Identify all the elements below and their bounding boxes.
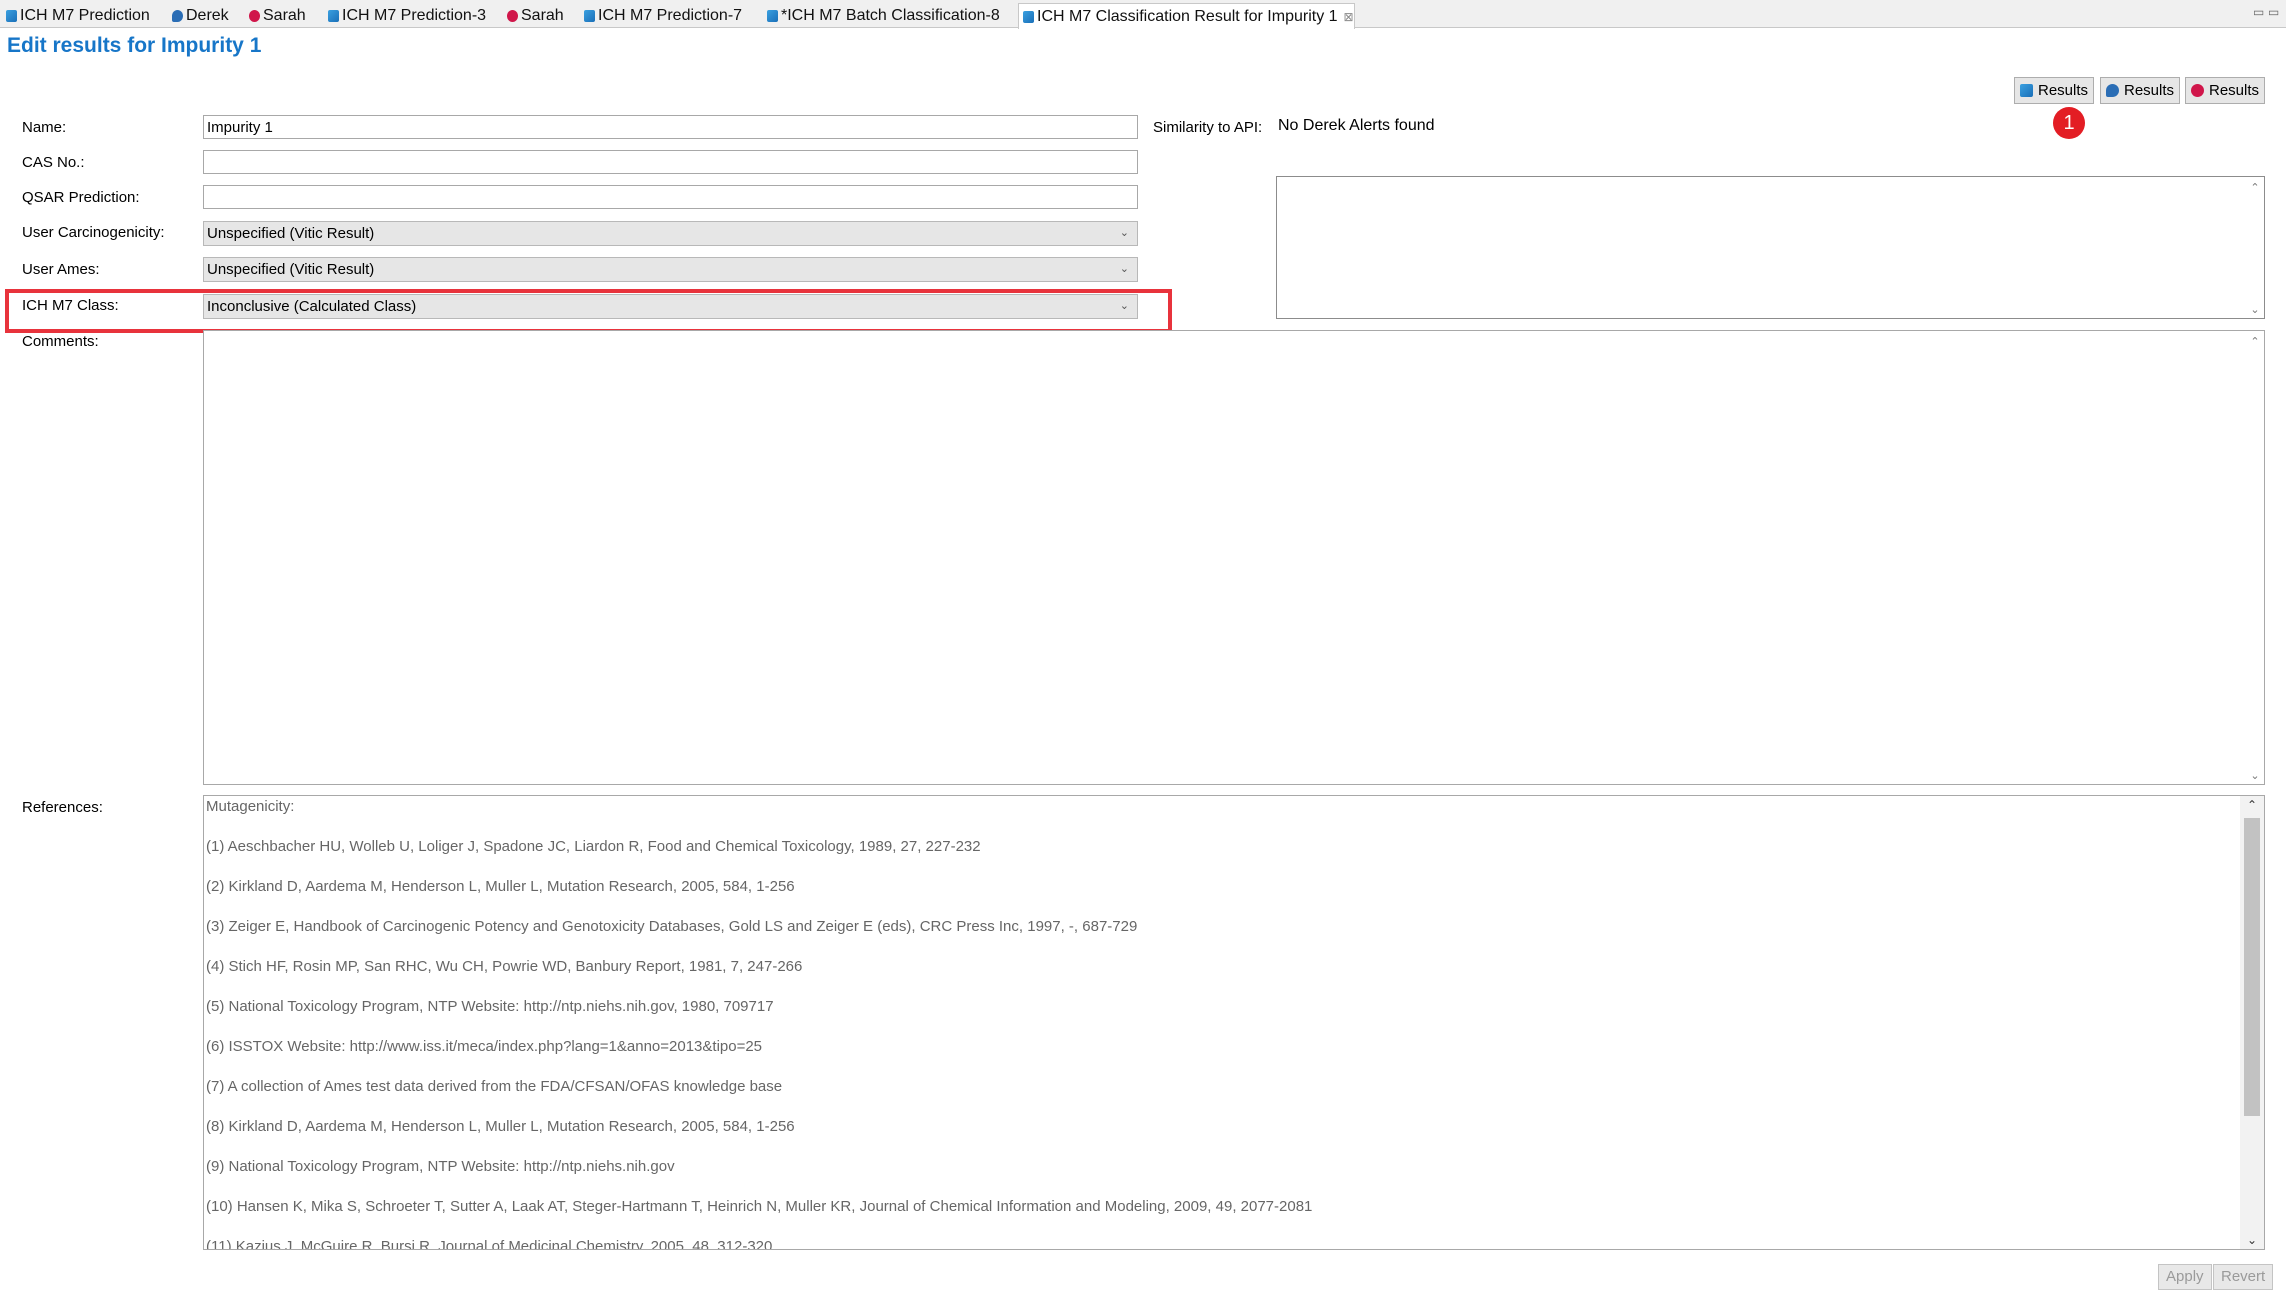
editor-tab-bar: ICH M7 Prediction Derek Sarah ICH M7 Pre…	[0, 0, 2286, 29]
ames-select[interactable]: Unspecified (Vitic Result) ⌄	[203, 257, 1138, 282]
references-list: Mutagenicity: (1) Aeschbacher HU, Wolleb…	[206, 796, 2236, 1250]
sarah-icon	[2191, 84, 2204, 97]
page-title: Edit results for Impurity 1	[7, 34, 262, 57]
scroll-up-icon[interactable]: ⌃	[2248, 335, 2262, 348]
tab-label: ICH M7 Classification Result for Impurit…	[1037, 7, 1338, 25]
reference-line: (2) Kirkland D, Aardema M, Henderson L, …	[206, 878, 795, 895]
reference-line: (10) Hansen K, Mika S, Schroeter T, Sutt…	[206, 1198, 1313, 1215]
scroll-up-icon[interactable]: ⌃	[2240, 798, 2264, 812]
derek-icon	[2106, 84, 2119, 97]
tab-derek[interactable]: Derek	[168, 3, 229, 28]
ich-m7-icon	[1023, 10, 1034, 23]
reference-line: (8) Kirkland D, Aardema M, Henderson L, …	[206, 1118, 795, 1135]
sarah-icon	[507, 9, 518, 22]
qsar-label: QSAR Prediction:	[22, 189, 140, 206]
tab-ich-m7-batch-classification-8[interactable]: *ICH M7 Batch Classification-8	[763, 3, 1000, 28]
reference-line: (3) Zeiger E, Handbook of Carcinogenic P…	[206, 918, 1138, 935]
qsar-input[interactable]	[203, 185, 1138, 209]
highlight-box	[5, 289, 1172, 333]
reference-line: (7) A collection of Ames test data deriv…	[206, 1078, 783, 1095]
chevron-down-icon: ⌄	[1119, 227, 1129, 239]
references-label: References:	[22, 799, 103, 816]
apply-button[interactable]: Apply	[2158, 1264, 2212, 1290]
button-label: Results	[2209, 82, 2260, 99]
selected-value: Unspecified (Vitic Result)	[207, 261, 375, 278]
reference-line: (4) Stich HF, Rosin MP, San RHC, Wu CH, …	[206, 958, 803, 975]
chevron-down-icon: ⌄	[1119, 263, 1129, 275]
tab-label: ICH M7 Prediction-7	[598, 6, 743, 24]
scroll-down-icon[interactable]: ⌄	[2240, 1233, 2264, 1247]
tab-label: Sarah	[263, 6, 306, 24]
name-input[interactable]: Impurity 1	[203, 115, 1138, 139]
tab-label: Derek	[186, 6, 229, 24]
comments-label: Comments:	[22, 333, 99, 350]
tab-ich-m7-prediction-7[interactable]: ICH M7 Prediction-7	[580, 3, 742, 28]
derek-icon	[172, 9, 183, 22]
close-tab-icon[interactable]: ⊠	[1344, 10, 1354, 24]
tab-label: Sarah	[521, 6, 564, 24]
references-textarea[interactable]: Mutagenicity: (1) Aeschbacher HU, Wolleb…	[203, 795, 2265, 1250]
maximize-icon[interactable]: ▭	[2268, 5, 2279, 19]
minimize-icon[interactable]: ▭	[2253, 5, 2264, 19]
reference-line: (1) Aeschbacher HU, Wolleb U, Loliger J,…	[206, 838, 981, 855]
tab-label: ICH M7 Prediction-3	[342, 6, 487, 24]
derek-results-button[interactable]: Results	[2100, 77, 2181, 104]
ich-m7-icon	[584, 9, 595, 22]
scroll-down-icon[interactable]: ⌄	[2248, 303, 2262, 316]
ames-label: User Ames:	[22, 261, 100, 278]
carcinogenicity-label: User Carcinogenicity:	[22, 224, 165, 241]
carcinogenicity-select[interactable]: Unspecified (Vitic Result) ⌄	[203, 221, 1138, 246]
similarity-value: No Derek Alerts found	[1278, 117, 1435, 134]
button-label: Results	[2124, 82, 2175, 99]
step-badge: 1	[2053, 107, 2085, 139]
scroll-up-icon[interactable]: ⌃	[2248, 181, 2262, 194]
reference-line: (11) Kazius J, McGuire R, Bursi R, Journ…	[206, 1238, 773, 1250]
derek-alerts-box[interactable]: ⌃ ⌄	[1276, 176, 2265, 319]
cas-label: CAS No.:	[22, 154, 85, 171]
button-label: Results	[2038, 82, 2089, 99]
cas-input[interactable]	[203, 150, 1138, 174]
ich-m7-icon	[328, 9, 339, 22]
reference-line: Mutagenicity:	[206, 798, 295, 815]
sarah-icon	[249, 9, 260, 22]
ich-m7-icon	[6, 9, 17, 22]
scrollbar-thumb[interactable]	[2244, 818, 2260, 1116]
tab-ich-m7-prediction-3[interactable]: ICH M7 Prediction-3	[324, 3, 486, 28]
similarity-label: Similarity to API:	[1153, 119, 1263, 136]
reference-line: (6) ISSTOX Website: http://www.iss.it/me…	[206, 1038, 763, 1055]
scroll-down-icon[interactable]: ⌄	[2248, 769, 2262, 782]
reference-line: (9) National Toxicology Program, NTP Web…	[206, 1158, 675, 1175]
comments-textarea[interactable]: ⌃ ⌄	[203, 330, 2265, 785]
selected-value: Unspecified (Vitic Result)	[207, 225, 375, 242]
tab-ich-m7-prediction[interactable]: ICH M7 Prediction	[2, 3, 150, 28]
reference-line: (5) National Toxicology Program, NTP Web…	[206, 998, 774, 1015]
tab-ich-m7-classification-result[interactable]: ICH M7 Classification Result for Impurit…	[1018, 3, 1355, 29]
references-scrollbar[interactable]: ⌃ ⌄	[2240, 796, 2264, 1249]
tab-sarah[interactable]: Sarah	[245, 3, 306, 28]
tab-label: ICH M7 Prediction	[20, 6, 150, 24]
ich-m7-results-button[interactable]: Results	[2014, 77, 2095, 104]
tab-sarah-2[interactable]: Sarah	[503, 3, 564, 28]
revert-button[interactable]: Revert	[2213, 1264, 2274, 1290]
sarah-results-button[interactable]: Results	[2185, 77, 2266, 104]
ich-m7-icon	[2020, 84, 2033, 97]
tab-label: *ICH M7 Batch Classification-8	[781, 6, 1000, 24]
ich-m7-icon	[767, 9, 778, 22]
name-label: Name:	[22, 119, 67, 136]
